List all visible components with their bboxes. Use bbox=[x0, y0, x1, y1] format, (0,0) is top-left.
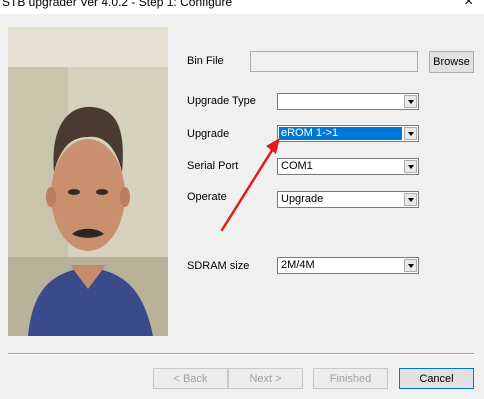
upgrade-dropdown[interactable]: eROM 1->1 bbox=[277, 125, 419, 142]
operate-dropdown[interactable]: Upgrade bbox=[277, 191, 419, 208]
chevron-down-icon[interactable] bbox=[404, 259, 417, 272]
chevron-down-icon[interactable] bbox=[404, 193, 417, 206]
bin-file-label: Bin File bbox=[187, 55, 224, 67]
upgrade-type-value bbox=[279, 95, 402, 108]
window-title: STB upgrader Ver 4.0.2 - Step 1: Configu… bbox=[2, 0, 233, 9]
separator bbox=[8, 353, 474, 355]
upgrade-value: eROM 1->1 bbox=[279, 127, 402, 140]
bin-file-field[interactable] bbox=[250, 51, 418, 72]
user-photo bbox=[8, 27, 168, 336]
browse-button[interactable]: Browse bbox=[429, 51, 474, 73]
chevron-down-icon[interactable] bbox=[404, 160, 417, 173]
operate-value: Upgrade bbox=[281, 193, 324, 205]
title-bar: STB upgrader Ver 4.0.2 - Step 1: Configu… bbox=[0, 0, 484, 14]
sdram-size-value: 2M/4M bbox=[281, 259, 315, 271]
finished-button[interactable]: Finished bbox=[313, 368, 388, 389]
cancel-button[interactable]: Cancel bbox=[399, 368, 474, 389]
arrow-shaft bbox=[220, 142, 278, 232]
upgrade-type-label: Upgrade Type bbox=[187, 95, 256, 107]
serial-port-dropdown[interactable]: COM1 bbox=[277, 158, 419, 175]
sdram-size-label: SDRAM size bbox=[187, 260, 250, 272]
sdram-size-dropdown[interactable]: 2M/4M bbox=[277, 257, 419, 274]
chevron-down-icon[interactable] bbox=[404, 127, 417, 140]
annotation-arrow bbox=[220, 138, 280, 232]
back-button[interactable]: < Back bbox=[153, 368, 228, 389]
upgrade-type-dropdown[interactable] bbox=[277, 93, 419, 110]
next-button[interactable]: Next > bbox=[228, 368, 303, 389]
close-icon[interactable]: × bbox=[464, 0, 473, 11]
serial-port-value: COM1 bbox=[281, 160, 313, 172]
chevron-down-icon[interactable] bbox=[404, 95, 417, 108]
portrait-image bbox=[8, 27, 168, 336]
arrow-head bbox=[266, 138, 280, 154]
